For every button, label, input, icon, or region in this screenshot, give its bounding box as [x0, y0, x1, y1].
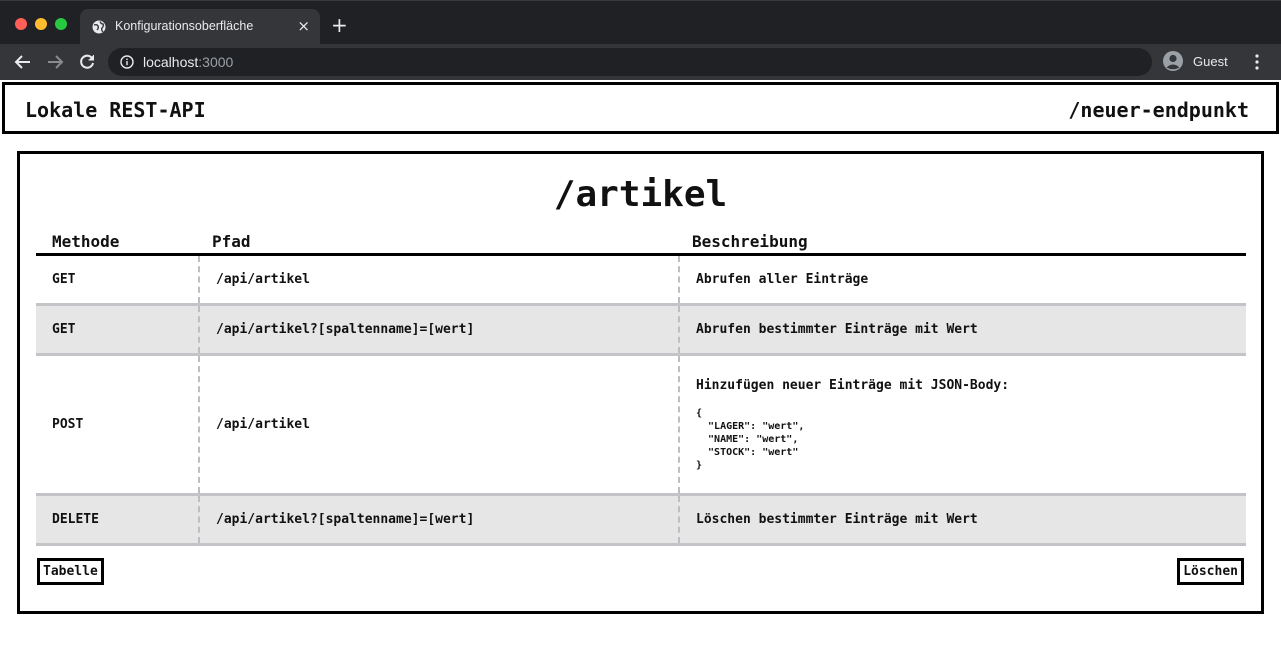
maximize-window-button[interactable] [55, 18, 67, 30]
page-header: Lokale REST-API /neuer-endpunkt [2, 82, 1279, 134]
description-cell: Abrufen bestimmter Einträge mit Wert [678, 306, 1246, 353]
back-arrow-icon[interactable] [13, 52, 33, 72]
new-tab-button[interactable]: + [331, 15, 348, 35]
path-cell: /api/artikel [198, 256, 678, 303]
path-cell: /api/artikel?[spaltenname]=[wert] [198, 306, 678, 353]
url-host: localhost [143, 54, 199, 70]
description-cell: Abrufen aller Einträge [678, 256, 1246, 303]
close-tab-icon[interactable]: × [297, 17, 310, 35]
column-header-path: Pfad [212, 232, 251, 251]
table-button[interactable]: Tabelle [37, 558, 104, 585]
url-port: :3000 [198, 54, 234, 70]
path-cell: /api/artikel [198, 356, 678, 493]
address-bar[interactable]: localhost:3000 [108, 48, 1152, 76]
close-window-button[interactable] [15, 18, 27, 30]
new-endpoint-link[interactable]: /neuer-endpunkt [1068, 98, 1249, 122]
endpoint-title: /artikel [553, 174, 728, 215]
table-row: DELETE /api/artikel?[spaltenname]=[wert]… [36, 496, 1246, 546]
table-row: POST /api/artikel Hinzufügen neuer Eintr… [36, 356, 1246, 496]
column-header-method: Methode [52, 232, 120, 251]
description-cell: Hinzufügen neuer Einträge mit JSON-Body:… [678, 356, 1246, 493]
method-cell: GET [52, 322, 76, 337]
json-body-example: { "LAGER": "wert", "NAME": "wert", "STOC… [696, 407, 805, 471]
description-cell: Löschen bestimmter Einträge mit Wert [678, 496, 1246, 543]
tab-title: Konfigurationsoberfläche [115, 19, 254, 33]
url-text: localhost:3000 [143, 54, 233, 70]
browser-chrome: Konfigurationsoberfläche × + localhost:3… [0, 0, 1281, 80]
profile-name: Guest [1193, 54, 1228, 69]
user-avatar-icon [1163, 51, 1183, 71]
table-row: GET /api/artikel?[spaltenname]=[wert] Ab… [36, 306, 1246, 356]
method-cell: GET [52, 272, 76, 287]
globe-icon [92, 20, 106, 34]
delete-button[interactable]: Löschen [1177, 558, 1244, 585]
reload-icon[interactable] [77, 52, 97, 72]
table-header: Methode Pfad Beschreibung [36, 232, 1246, 256]
app-title[interactable]: Lokale REST-API [25, 98, 206, 122]
forward-arrow-icon[interactable] [45, 52, 65, 72]
method-cell: DELETE [52, 512, 99, 527]
table-row: GET /api/artikel Abrufen aller Einträge [36, 256, 1246, 306]
column-header-description: Beschreibung [692, 232, 808, 251]
description-text: Hinzufügen neuer Einträge mit JSON-Body: [696, 377, 1010, 393]
browser-toolbar: localhost:3000 Guest [0, 44, 1281, 80]
path-cell: /api/artikel?[spaltenname]=[wert] [198, 496, 678, 543]
more-menu-icon[interactable] [1252, 54, 1262, 70]
tab-bar: Konfigurationsoberfläche × + [0, 0, 1281, 45]
browser-tab[interactable]: Konfigurationsoberfläche × [80, 9, 320, 45]
endpoint-card: /artikel Methode Pfad Beschreibung GET /… [17, 151, 1264, 614]
info-icon[interactable] [120, 55, 134, 69]
minimize-window-button[interactable] [35, 18, 47, 30]
method-cell: POST [52, 417, 84, 432]
